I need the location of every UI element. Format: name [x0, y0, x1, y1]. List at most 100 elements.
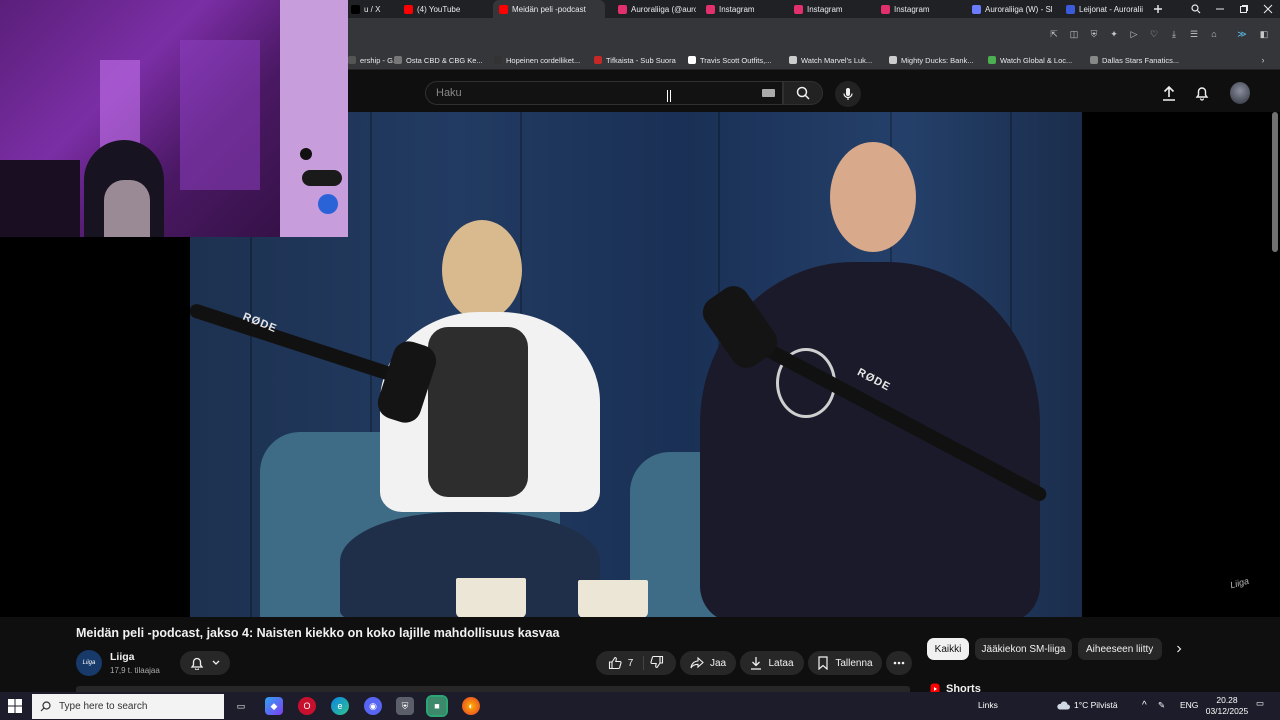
- like-count: 7: [627, 657, 634, 669]
- browser-tab[interactable]: Meidän peli -podcast: [493, 0, 605, 18]
- shield-icon[interactable]: ⛨: [1088, 28, 1100, 40]
- bookmark-item[interactable]: Watch Global & Loc...: [988, 54, 1072, 66]
- cabinet-light: [100, 60, 140, 150]
- start-button[interactable]: [6, 697, 24, 715]
- chip-all[interactable]: Kaikki: [927, 638, 969, 660]
- bookmark-label: Tifkaista - Sub Suora: [606, 55, 676, 65]
- taskbar-search-input[interactable]: Type here to search: [32, 694, 224, 719]
- tab-favicon-icon: [499, 4, 508, 14]
- bookmark-item[interactable]: Travis Scott Outfits,...: [688, 54, 771, 66]
- channel-avatar-text: Liiga: [82, 660, 96, 666]
- bookmark-favicon-icon: [594, 56, 602, 64]
- bookmark-item[interactable]: ership - G...: [348, 54, 399, 66]
- share-page-icon[interactable]: ⇱: [1048, 28, 1060, 40]
- browser-tab[interactable]: Instagram: [788, 0, 872, 18]
- download-label: Lataa: [768, 657, 794, 669]
- subscription-bell-button[interactable]: [180, 651, 230, 675]
- edge-browser-icon[interactable]: e: [331, 697, 349, 715]
- browser-tab[interactable]: Leijonat - Auroralii: [1060, 0, 1144, 18]
- search-input[interactable]: Haku: [425, 81, 783, 105]
- ai-assistant-icon[interactable]: ≫: [1236, 28, 1248, 40]
- tab-label: u / X: [364, 4, 381, 14]
- browser-tab[interactable]: (4) YouTube: [398, 0, 488, 18]
- app-icon-gaming[interactable]: ◆: [265, 697, 283, 715]
- bookmark-item[interactable]: Hopeinen cordelliket...: [494, 54, 580, 66]
- dislike-button[interactable]: [650, 655, 664, 672]
- more-actions-button[interactable]: [886, 651, 912, 675]
- close-window-button[interactable]: [1256, 0, 1280, 18]
- notification-center-icon[interactable]: ▭: [1256, 698, 1264, 709]
- pen-icon[interactable]: ✎: [1158, 700, 1165, 711]
- search-button[interactable]: [783, 81, 823, 105]
- channel-name[interactable]: Liiga: [110, 651, 135, 663]
- bookmark-item[interactable]: Mighty Ducks: Bank...: [889, 54, 974, 66]
- chevron-right-icon: [1177, 645, 1182, 653]
- windows-logo-icon: [8, 699, 22, 713]
- search-icon: [1191, 4, 1201, 14]
- play-icon[interactable]: ▷: [1128, 28, 1140, 40]
- browser-tab[interactable]: Auroraliiga (W) - Sl: [966, 0, 1054, 18]
- extension-icon[interactable]: ✦: [1108, 28, 1120, 40]
- weather-widget[interactable]: 1°C Pilvistä: [1056, 700, 1118, 710]
- menu-lines-icon[interactable]: ☰: [1188, 28, 1200, 40]
- share-button[interactable]: Jaa: [680, 651, 736, 675]
- bookmark-label: Mighty Ducks: Bank...: [901, 55, 974, 65]
- page-scrollbar[interactable]: [1272, 112, 1278, 252]
- discord-icon[interactable]: ◉: [364, 697, 382, 715]
- bookmark-item[interactable]: Watch Marvel's Luk...: [789, 54, 872, 66]
- vpn-shield-icon[interactable]: ⛨: [396, 697, 414, 715]
- voice-search-button[interactable]: [835, 81, 861, 107]
- browser-tab[interactable]: Instagram: [875, 0, 959, 18]
- sidebar-icon[interactable]: ◧: [1258, 28, 1270, 40]
- camera-icon[interactable]: ◫: [1068, 28, 1080, 40]
- more-bookmarks-icon[interactable]: ›: [1257, 54, 1269, 66]
- tab-label: Instagram: [807, 4, 843, 14]
- viewer-face: [104, 180, 150, 237]
- tab-label: (4) YouTube: [417, 4, 461, 14]
- tab-search-button[interactable]: [1184, 0, 1208, 18]
- bookmark-item[interactable]: Tifkaista - Sub Suora: [594, 54, 676, 66]
- browser-tab[interactable]: Instagram: [700, 0, 784, 18]
- browser-tab[interactable]: Auroraliiga (@auro: [612, 0, 696, 18]
- bell-ring-icon: [190, 657, 204, 670]
- chevron-down-icon: [212, 660, 220, 665]
- task-view-icon[interactable]: ▭: [232, 697, 250, 715]
- minimize-button[interactable]: [1208, 0, 1232, 18]
- firefox-icon[interactable]: ◐: [462, 697, 480, 715]
- opera-browser-icon[interactable]: O: [298, 697, 316, 715]
- notifications-button[interactable]: [1193, 84, 1211, 102]
- clock-time: 20.28: [1216, 695, 1238, 705]
- chip-sm-liiga[interactable]: Jääkiekon SM-liiga: [975, 638, 1072, 660]
- save-button[interactable]: Tallenna: [808, 651, 882, 675]
- taskbar-search-placeholder: Type here to search: [59, 701, 148, 712]
- new-tab-button[interactable]: [1146, 0, 1170, 18]
- bookmark-item[interactable]: Dallas Stars Fanatics...: [1090, 54, 1179, 66]
- browser-tab[interactable]: u / X: [345, 0, 395, 18]
- heart-icon[interactable]: ♡: [1148, 28, 1160, 40]
- tab-favicon-icon: [1066, 4, 1075, 14]
- bookmark-label: Travis Scott Outfits,...: [700, 55, 772, 65]
- like-button[interactable]: 7: [608, 656, 645, 670]
- restore-button[interactable]: [1232, 0, 1256, 18]
- cloud-icon: [1057, 701, 1070, 709]
- tab-label: Instagram: [894, 4, 930, 14]
- download-icon[interactable]: ⤓: [1168, 28, 1180, 40]
- bookmark-favicon-icon: [348, 56, 356, 64]
- microphone-icon: [843, 88, 853, 100]
- upload-button[interactable]: [1160, 84, 1178, 102]
- spotify-app-icon[interactable]: ■: [426, 695, 448, 717]
- bookmark-item[interactable]: Osta CBD & CBG Ke...: [394, 54, 483, 66]
- chevron-up-icon[interactable]: ^: [1142, 700, 1147, 711]
- tab-favicon-icon: [881, 4, 890, 14]
- channel-avatar[interactable]: Liiga: [76, 650, 102, 676]
- chip-related[interactable]: Aiheeseen liitty: [1078, 638, 1162, 660]
- wallet-icon[interactable]: ⌂: [1208, 28, 1220, 40]
- chips-next-button[interactable]: [1168, 638, 1190, 660]
- language-indicator[interactable]: ENG: [1180, 700, 1198, 710]
- account-avatar[interactable]: [1230, 82, 1250, 104]
- download-button[interactable]: Lataa: [740, 651, 804, 675]
- keyboard-icon[interactable]: [762, 89, 775, 97]
- links-toolbar[interactable]: Links: [978, 700, 998, 710]
- bookmark-favicon-icon: [789, 56, 797, 64]
- clock[interactable]: 20.28 03/12/2025: [1204, 695, 1250, 717]
